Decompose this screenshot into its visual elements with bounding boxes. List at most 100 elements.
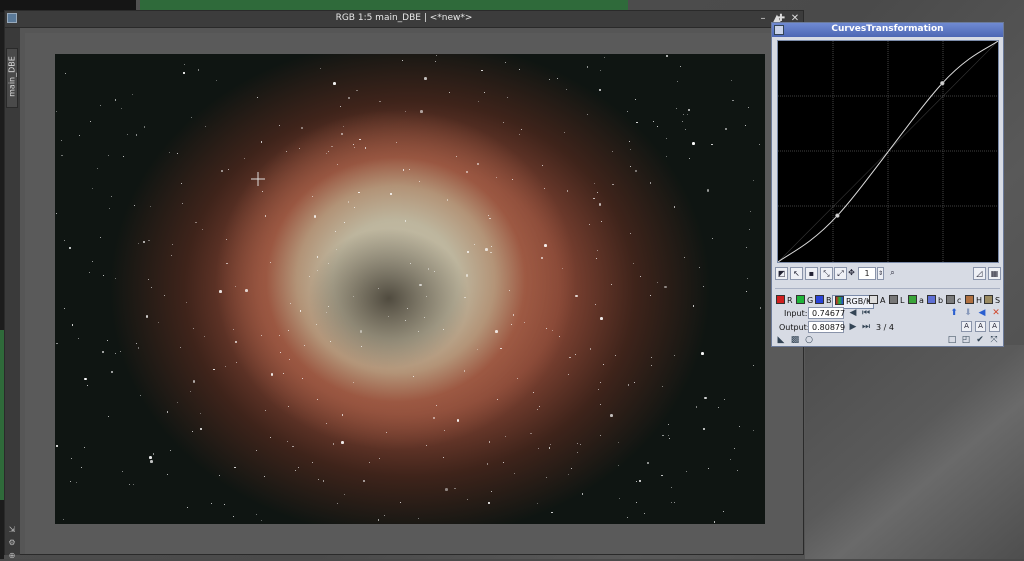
zoom-magnifier-icon[interactable]: ⌕ [886,267,899,280]
channel-a-lab[interactable]: a [908,295,924,307]
channel-b[interactable]: B [815,295,832,307]
new-instance-icon[interactable]: ◣ [776,335,786,345]
star [71,457,72,459]
reset-curve-icon[interactable]: A [975,321,986,332]
channel-a-lab-label: a [919,296,924,305]
edit-point-icon[interactable]: ◩ [775,267,788,280]
star [343,125,345,128]
star [464,297,466,299]
interpolation-icon[interactable]: A [989,321,1000,332]
zoom-factor-field[interactable]: 1 [858,267,876,280]
zoom-fit-icon[interactable]: ⤡ [820,267,833,280]
apply-icon[interactable]: ✔ [975,335,985,345]
star [192,328,194,330]
minimize-button[interactable]: – [757,12,769,25]
star [569,356,571,359]
star [711,238,713,240]
star [224,503,226,505]
first-point-icon[interactable]: ⏮ [861,308,871,318]
channel-g[interactable]: G [796,295,813,307]
store-icon[interactable]: ◀ [977,308,987,318]
star [670,486,672,488]
real-time-preview-icon[interactable]: ○ [804,335,814,345]
channel-r[interactable]: R [776,295,793,307]
channel-h[interactable]: H [965,295,982,307]
swatch-b-lab [927,295,936,304]
star [297,467,300,469]
track-view-icon[interactable]: ◰ [961,335,971,345]
previous-point-icon[interactable]: ◀ [848,308,858,318]
select-point-icon[interactable]: ↖ [790,267,803,280]
star [734,447,736,449]
nebula-image[interactable] [55,54,765,524]
star [288,358,291,361]
image-window[interactable]: RGB 1:5 main_DBE | <*new*> – ▲ ✚ ✕ main_… [4,10,804,560]
star [536,409,538,411]
star [354,146,356,148]
star [316,398,318,400]
output-value-field[interactable]: 0.80879 [808,321,845,333]
delete-icon[interactable]: ✕ [991,308,1001,318]
settings-icon[interactable]: ⚙ [7,538,17,548]
delete-point-icon[interactable]: ▪ [805,267,818,280]
zoom-spin-icon[interactable]: ⇕ [877,267,884,280]
browse-docs-icon[interactable]: □ [947,335,957,345]
swatch-a-lab [908,295,917,304]
star [341,441,344,444]
channel-c[interactable]: c [946,295,961,307]
curves-transformation-window[interactable]: CurvesTransformation ◩ ↖ ▪ ⤡ ⤢ ✥ ✥ 1 ⇕ ⌕… [771,22,1004,347]
star [593,197,595,200]
star [558,336,560,338]
star [405,111,407,113]
star [308,275,311,277]
star [442,329,444,331]
star [199,412,201,414]
pin-icon[interactable]: ⇲ [7,525,17,535]
star [729,458,731,460]
star [313,215,317,218]
star [270,436,272,438]
desktop-gradient-decoration [805,345,1024,559]
star [264,215,267,217]
channel-a[interactable]: A [869,295,885,307]
apply-global-icon[interactable]: ▩ [790,335,800,345]
channel-b-lab[interactable]: b [927,295,943,307]
invert-icon[interactable]: A [961,321,972,332]
lock-icon[interactable]: ⊕ [7,551,17,561]
move-down-icon[interactable]: ⬇ [963,308,973,318]
curve-control-point[interactable] [940,81,945,86]
channel-s[interactable]: S [984,295,1000,307]
star [232,516,234,518]
grid-toggle-icon[interactable]: ▦ [988,267,1001,280]
curves-titlebar[interactable]: CurvesTransformation [772,23,1003,37]
curve-graph[interactable] [777,40,999,263]
reset-icon[interactable]: ⤧ [989,335,999,345]
star [725,128,727,130]
pan-mode-icon[interactable]: ✥ [845,267,858,280]
star [256,449,258,451]
star [465,274,469,277]
star [506,96,508,99]
channel-l[interactable]: L [889,295,904,307]
curve-preview-icon[interactable]: ◿ [973,267,986,280]
star [186,507,188,509]
star [147,278,149,280]
curves-toolbar: ◩ ↖ ▪ ⤡ ⤢ ✥ ✥ 1 ⇕ ⌕ ◿ ▦ [775,267,1002,283]
star [335,231,337,233]
input-value-field[interactable]: 0.74677 [808,307,845,319]
star [610,284,612,286]
star [593,182,595,184]
star [261,190,264,193]
star [359,138,361,141]
star [744,125,746,127]
image-window-titlebar[interactable]: RGB 1:5 main_DBE | <*new*> – ▲ ✚ ✕ [5,11,803,28]
curve-control-point[interactable] [835,213,840,218]
star [456,156,458,158]
star [551,511,553,514]
star [488,441,491,443]
move-up-icon[interactable]: ⬆ [949,308,959,318]
last-point-icon[interactable]: ⏭ [861,322,871,332]
star [649,182,652,184]
star [717,406,719,408]
next-point-icon[interactable]: ▶ [848,322,858,332]
